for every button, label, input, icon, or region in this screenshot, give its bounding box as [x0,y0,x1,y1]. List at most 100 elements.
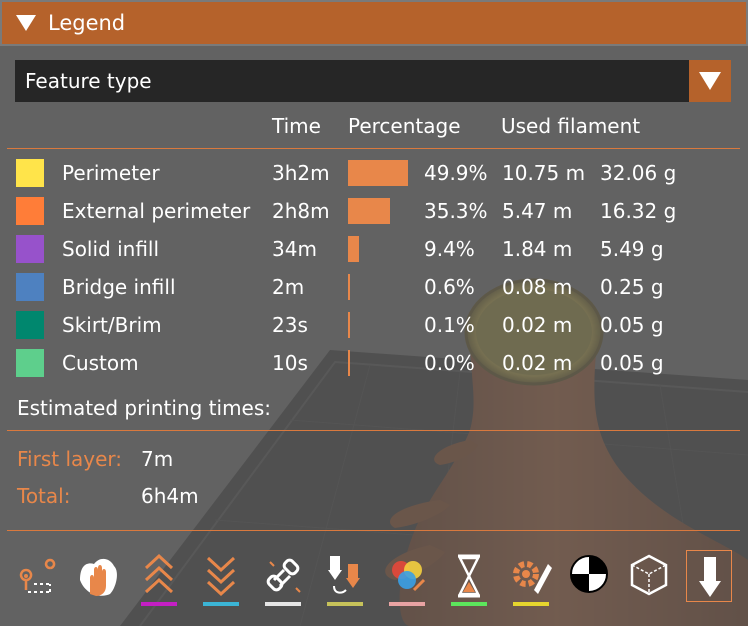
feature-weight: 0.05 g [600,313,664,337]
column-header-time: Time [272,114,321,138]
travel-toggle[interactable] [14,550,60,602]
chevron-down-icon [699,72,721,90]
color-swatch [16,197,44,225]
tool-marker-icon [699,557,721,597]
tool-changes-toggle[interactable] [322,550,368,606]
retractions-underline [141,602,177,606]
percentage-bar [348,160,408,186]
feature-label: Solid infill [62,237,160,261]
feature-length: 0.02 m [502,351,573,375]
column-header-used-filament: Used filament [501,114,641,138]
tool-changes-icon [328,556,360,594]
deretractions-icon [206,556,236,597]
legend-toolbar [0,540,748,620]
feature-time: 2m [272,275,305,299]
feature-length: 5.47 m [502,199,573,223]
color-changes-underline [389,602,425,606]
color-swatch [16,349,44,377]
center-of-gravity-toggle[interactable] [566,550,612,602]
feature-percentage: 0.1% [424,313,475,337]
feature-time: 3h2m [272,161,330,185]
feature-time: 23s [272,313,308,337]
percentage-bar [348,312,350,338]
travel-icon [19,558,56,593]
retractions-toggle[interactable] [136,550,182,606]
legend-row-custom[interactable]: Custom 10s 0.0% 0.02 m 0.05 g [0,347,748,385]
tool-marker-toggle[interactable] [686,550,732,602]
color-changes-icon [392,561,426,592]
gcode-preview-viewport[interactable]: Legend Feature type Time Percentage Used… [0,0,748,626]
total-label: Total: [17,484,71,508]
view-type-value: Feature type [25,69,152,93]
feature-length: 10.75 m [502,161,586,185]
feature-percentage: 9.4% [424,237,475,261]
color-swatch [16,159,44,187]
retractions-icon [144,553,174,594]
feature-percentage: 49.9% [424,161,488,185]
feature-time: 2h8m [272,199,330,223]
first-layer-label: First layer: [17,447,123,471]
separator [7,430,740,431]
estimated-times-label: Estimated printing times: [17,396,272,420]
feature-weight: 32.06 g [600,161,677,185]
percentage-bar [348,236,360,262]
color-changes-toggle[interactable] [384,550,430,606]
seams-underline [265,602,301,606]
seams-toggle[interactable] [260,550,306,606]
feature-length: 0.02 m [502,313,573,337]
pause-prints-underline [451,602,487,606]
color-swatch [16,311,44,339]
color-swatch [16,273,44,301]
feature-weight: 5.49 g [600,237,664,261]
first-layer-value: 7m [141,447,174,471]
deretractions-underline [203,602,239,606]
feature-percentage: 35.3% [424,199,488,223]
feature-percentage: 0.0% [424,351,475,375]
custom-gcodes-icon [513,561,552,594]
legend-row-perimeter[interactable]: Perimeter 3h2m 49.9% 10.75 m 32.06 g [0,157,748,195]
feature-label: Skirt/Brim [62,313,162,337]
feature-length: 0.08 m [502,275,573,299]
feature-label: External perimeter [62,199,251,223]
combo-arrow-button[interactable] [689,60,731,102]
feature-time: 10s [272,351,308,375]
separator [7,530,740,531]
pause-prints-icon [457,554,481,598]
pause-prints-toggle[interactable] [446,550,492,606]
custom-gcodes-underline [513,602,549,606]
custom-gcodes-toggle[interactable] [508,550,554,606]
legend-row-skirt-brim[interactable]: Skirt/Brim 23s 0.1% 0.02 m 0.05 g [0,309,748,347]
percentage-bar [348,198,391,224]
legend-row-solid-infill[interactable]: Solid infill 34m 9.4% 1.84 m 5.49 g [0,233,748,271]
percentage-bar [348,350,350,376]
legend-row-bridge-infill[interactable]: Bridge infill 2m 0.6% 0.08 m 0.25 g [0,271,748,309]
feature-label: Perimeter [62,161,160,185]
total-value: 6h4m [141,484,199,508]
shells-toggle[interactable] [626,550,672,602]
shells-icon [630,554,668,596]
legend-panel: Legend Feature type Time Percentage Used… [0,0,748,626]
seams-icon [266,558,301,593]
feature-time: 34m [272,237,317,261]
percentage-bar [348,274,350,300]
feature-weight: 0.05 g [600,351,664,375]
color-swatch [16,235,44,263]
feature-weight: 0.25 g [600,275,664,299]
wipe-toggle[interactable] [74,550,120,602]
separator [7,148,740,149]
view-type-combo[interactable]: Feature type [15,60,731,102]
legend-row-external-perimeter[interactable]: External perimeter 2h8m 35.3% 5.47 m 16.… [0,195,748,233]
legend-title: Legend [48,11,126,35]
wipe-icon [80,558,117,596]
feature-label: Custom [62,351,139,375]
feature-percentage: 0.6% [424,275,475,299]
feature-label: Bridge infill [62,275,176,299]
column-header-percentage: Percentage [348,114,461,138]
tool-changes-underline [327,602,363,606]
deretractions-toggle[interactable] [198,550,244,606]
feature-weight: 16.32 g [600,199,677,223]
collapse-triangle-icon[interactable] [16,15,36,31]
feature-length: 1.84 m [502,237,573,261]
center-of-gravity-icon [570,555,608,593]
legend-header[interactable]: Legend [0,0,748,46]
